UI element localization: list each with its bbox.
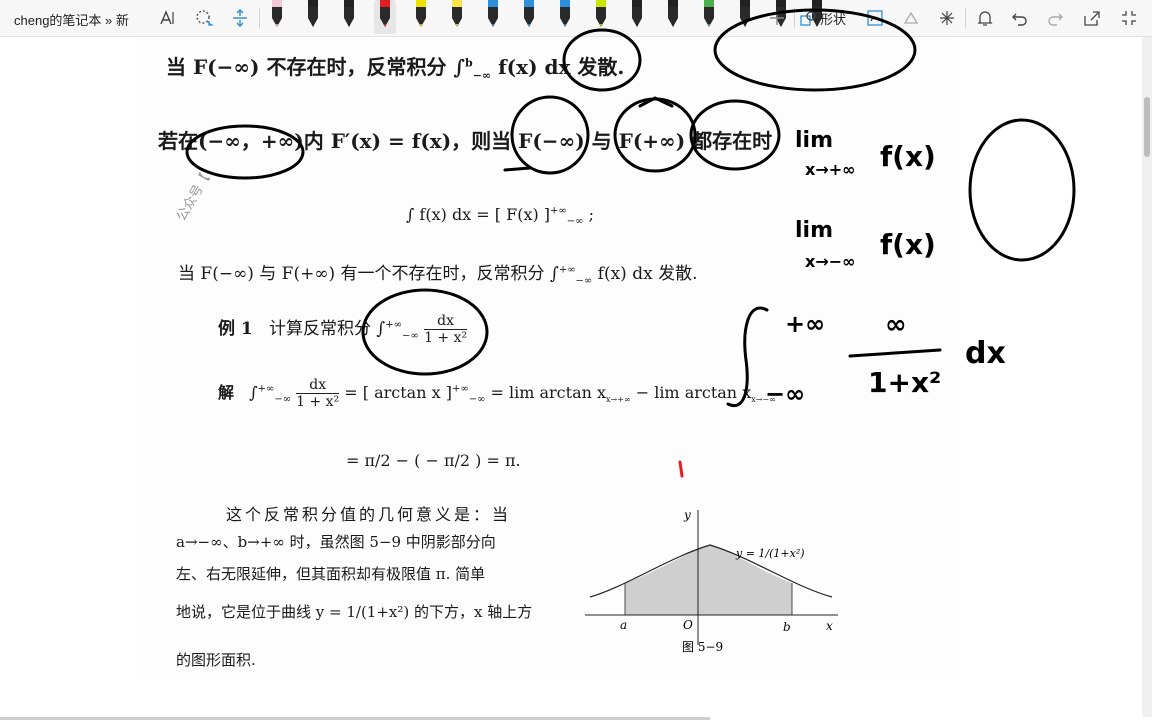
pen-icon xyxy=(668,0,678,27)
text-line-2: 若在(−∞，+∞)内 F′(x) = f(x)，则当 F(−∞) 与 F(+∞)… xyxy=(158,129,773,153)
lasso-select-icon[interactable] xyxy=(192,6,216,30)
ink-frac-den: 1+x² xyxy=(868,366,942,399)
pen-icon xyxy=(452,0,462,27)
pen-12[interactable] xyxy=(662,0,684,30)
redo-icon[interactable] xyxy=(1043,6,1067,30)
vertical-scrollbar[interactable] xyxy=(1142,37,1152,717)
pen-icon xyxy=(308,0,318,27)
pen-7[interactable] xyxy=(482,0,504,30)
pen-4[interactable] xyxy=(374,0,396,34)
pen-3[interactable] xyxy=(338,0,360,30)
insert-space-icon[interactable] xyxy=(228,6,252,30)
pen-11[interactable] xyxy=(626,0,648,30)
share-icon[interactable] xyxy=(1080,6,1104,30)
pen-14[interactable] xyxy=(734,0,756,30)
pen-1[interactable] xyxy=(266,0,288,30)
example-1: 例 1 计算反常积分 ∫+∞−∞ dx 1 + x² xyxy=(218,313,468,346)
figure-5-9: y x a O b y = 1/(1+x²) 图 5−9 xyxy=(585,508,838,654)
para-line-1: 这个反常积分值的几何意义是：当 xyxy=(226,505,512,524)
shape-button[interactable]: 形状 xyxy=(800,9,846,28)
pen-10[interactable] xyxy=(590,0,612,30)
ink-lim-1: lim xyxy=(795,128,834,153)
para-line-4: 地说，它是位于曲线 y = 1/(1+x²) 的下方，x 轴上方 xyxy=(176,603,533,621)
pen-icon xyxy=(488,0,498,27)
pen-icon xyxy=(380,0,390,27)
para-line-3: 左、右无限延伸，但其面积却有极限值 π. 简单 xyxy=(176,565,486,583)
ink-to-math-icon[interactable] xyxy=(899,6,923,30)
pen-icon xyxy=(560,0,570,27)
ink-frac-num: ∞ xyxy=(885,310,907,340)
fig-b-label: b xyxy=(783,620,791,634)
ink-dx: dx xyxy=(965,336,1006,371)
solution-line-2: = π/2 − ( − π/2 ) = π. xyxy=(346,451,521,470)
pen-icon xyxy=(344,0,354,27)
ink-lim-2-f: f(x) xyxy=(880,228,936,261)
pen-icon xyxy=(272,0,282,27)
pen-13[interactable] xyxy=(698,0,720,30)
fig-a-label: a xyxy=(620,618,627,632)
pen-icon xyxy=(704,0,714,27)
text-select-icon[interactable] xyxy=(156,6,180,30)
ink-lim-2-sub: x→−∞ xyxy=(805,252,856,271)
add-pen-icon[interactable] xyxy=(765,6,789,30)
pen-icon xyxy=(416,0,426,27)
fig-caption: 图 5−9 xyxy=(682,640,723,654)
undo-icon[interactable] xyxy=(1008,6,1032,30)
bell-icon[interactable] xyxy=(973,6,997,30)
ink-circle-right xyxy=(968,118,1076,262)
ink-to-shape-icon[interactable] xyxy=(863,6,887,30)
shape-button-label: 形状 xyxy=(820,12,847,27)
pen-9[interactable] xyxy=(554,0,576,30)
window-title: cheng的笔记本 » 新 xyxy=(14,13,129,28)
fig-o-label: O xyxy=(683,618,693,632)
pen-icon xyxy=(740,0,750,27)
text-line-1: 当 F(−∞) 不存在时，反常积分 ∫b−∞ f(x) dx 发散. xyxy=(166,55,625,82)
pen-8[interactable] xyxy=(518,0,540,30)
pen-6[interactable] xyxy=(446,0,468,30)
fig-curve-label: y = 1/(1+x²) xyxy=(735,547,805,560)
watermark-text: 公众号【 xyxy=(174,171,214,224)
solution-line-1: 解 ∫+∞−∞ dx 1 + x² = [ arctan x ]+∞−∞ = l… xyxy=(218,377,776,410)
scroll-thumb[interactable] xyxy=(1144,97,1150,157)
formula-1: ∫ f(x) dx = [ F(x) ]+∞−∞ ; xyxy=(406,205,594,228)
para-line-2: a→−∞、b→+∞ 时，虽然图 5−9 中阴影部分向 xyxy=(176,533,496,551)
ink-lim-1-sub: x→+∞ xyxy=(805,160,856,179)
shapes-icon xyxy=(800,10,816,26)
ink-int-top: +∞ xyxy=(785,310,826,338)
pen-2[interactable] xyxy=(302,0,324,30)
ink-lim-2: lim xyxy=(795,218,834,243)
text-line-3: 当 F(−∞) 与 F(+∞) 有一个不存在时，反常积分 ∫+∞−∞ f(x) … xyxy=(178,264,698,287)
ink-int-bot: −∞ xyxy=(765,380,806,408)
pen-icon xyxy=(524,0,534,27)
ink-lim-1-f: f(x) xyxy=(880,140,936,173)
ruler-icon[interactable] xyxy=(935,6,959,30)
fig-y-label: y xyxy=(683,508,691,522)
fullscreen-exit-icon[interactable] xyxy=(1117,6,1141,30)
para-line-5: 的图形面积. xyxy=(176,651,256,669)
ink-toolbar: cheng的笔记本 » 新 形状 xyxy=(0,0,1152,37)
pen-icon xyxy=(632,0,642,27)
pen-icon xyxy=(596,0,606,27)
fig-x-label: x xyxy=(826,619,833,633)
pen-5[interactable] xyxy=(410,0,432,30)
